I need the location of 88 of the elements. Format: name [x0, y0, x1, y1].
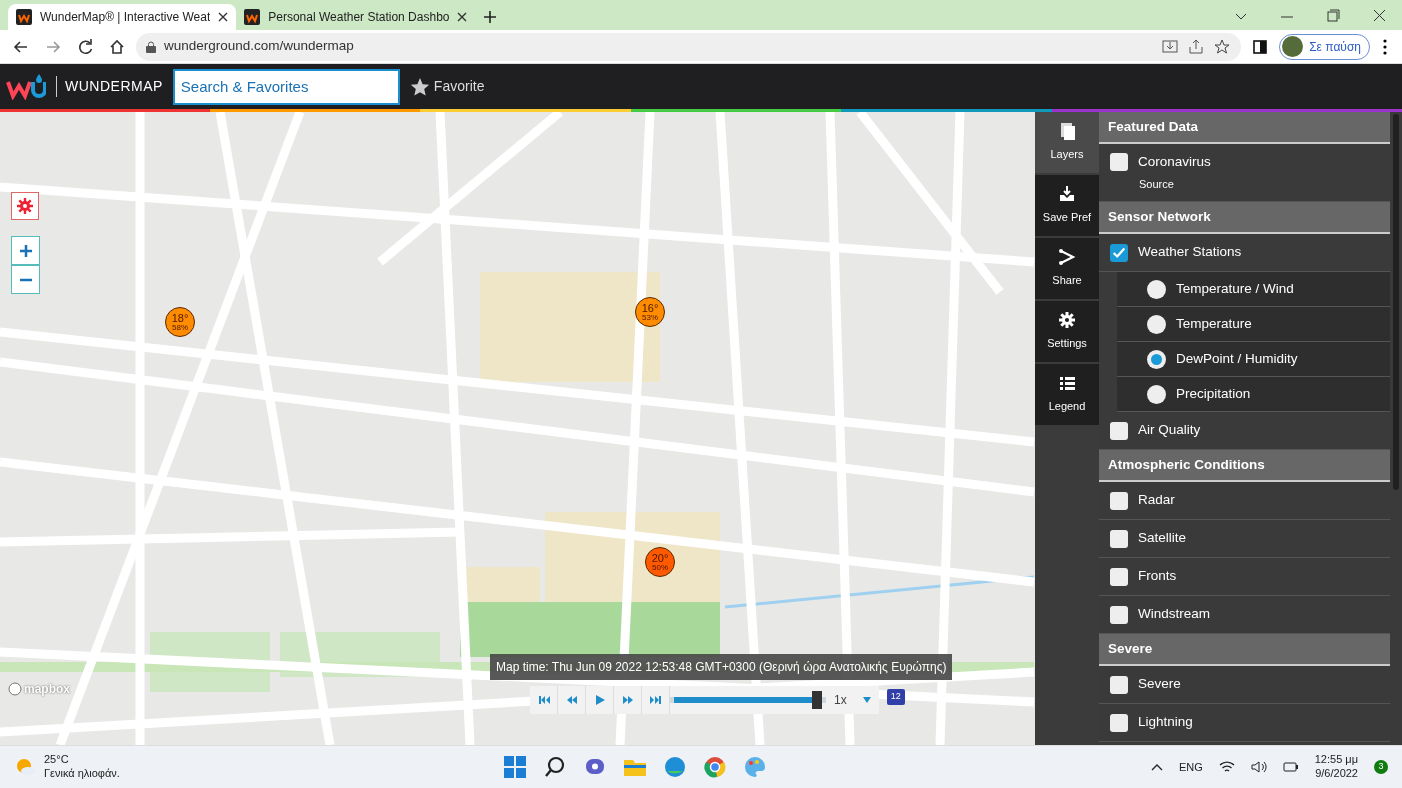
install-icon[interactable]: [1161, 37, 1180, 56]
layer-label: Fronts: [1138, 567, 1177, 586]
timeline-handle[interactable]: [812, 691, 822, 709]
wifi-icon[interactable]: [1218, 760, 1235, 774]
share-icon[interactable]: [1187, 37, 1206, 56]
map-time-label: Map time: Thu Jun 09 2022 12:53:48 GMT+0300 (Θερινή ώρα Ανατολικής Ευρώπης): [490, 654, 953, 680]
checkbox[interactable]: [1110, 605, 1128, 624]
layers-icon: [1058, 122, 1076, 141]
lock-icon: [146, 40, 156, 53]
skip-last-button[interactable]: [642, 686, 670, 714]
avatar-circle: [1282, 36, 1304, 57]
checkbox[interactable]: [1110, 243, 1128, 262]
source-link[interactable]: Source: [1110, 176, 1390, 193]
notification-count[interactable]: 3: [1374, 760, 1388, 774]
clock-date[interactable]: 9/6/2022: [1314, 767, 1358, 781]
fast-forward-icon: [620, 693, 635, 707]
skip-first-icon: [536, 693, 551, 707]
speaker-icon[interactable]: [1250, 760, 1267, 774]
radio-button[interactable]: [1147, 349, 1166, 369]
layer-label: Severe: [1138, 675, 1181, 694]
tool-tab[interactable]: Legend: [1035, 364, 1099, 427]
tool-tab[interactable]: Save Pref: [1035, 175, 1099, 238]
section-header: Atmospheric Conditions: [1099, 450, 1390, 482]
caret-icon: [862, 697, 871, 703]
share-icon: [1058, 248, 1076, 267]
star-icon[interactable]: [1213, 37, 1232, 56]
radio-button[interactable]: [1147, 279, 1166, 299]
layer-label: Radar: [1138, 491, 1175, 510]
section-header: Severe: [1099, 634, 1390, 666]
start-icon[interactable]: [502, 754, 529, 780]
plus-icon: [18, 243, 33, 258]
checkbox[interactable]: [1110, 153, 1128, 172]
site-icon: [16, 9, 32, 25]
option-label: Temperature / Wind: [1176, 279, 1294, 298]
option-label: Temperature: [1176, 314, 1252, 333]
close-icon[interactable]: [218, 12, 229, 22]
layer-label: Air Quality: [1138, 421, 1201, 440]
skip-first-button[interactable]: [530, 686, 558, 714]
close-icon[interactable]: [457, 12, 468, 22]
rewind-button[interactable]: [558, 686, 586, 714]
logo-icon[interactable]: [6, 73, 46, 100]
checkbox[interactable]: [1110, 491, 1128, 510]
radio-button[interactable]: [1147, 384, 1166, 404]
mapbox-logo-icon: [8, 682, 22, 696]
checkbox[interactable]: [1110, 713, 1128, 732]
settings-icon: [16, 197, 34, 215]
chevron-up-icon[interactable]: [1150, 763, 1163, 771]
checkbox[interactable]: [1110, 421, 1128, 440]
section-header: Featured Data: [1099, 112, 1390, 144]
tool-tab[interactable]: Settings: [1035, 301, 1099, 364]
search-field[interactable]: Search & Favorites: [172, 68, 400, 105]
logo-text: WUNDERMAP: [56, 76, 163, 97]
radio-button[interactable]: [1147, 314, 1166, 334]
checkbox[interactable]: [1110, 529, 1128, 548]
skip-last-icon: [648, 693, 663, 707]
weather-temperature[interactable]: 25°C: [44, 753, 120, 767]
zoom-out-button[interactable]: [11, 265, 40, 294]
profile-label: Σε παύση: [1309, 38, 1361, 56]
star-icon: [409, 76, 430, 97]
option-label: Precipitation: [1176, 384, 1251, 403]
weather-description[interactable]: Γενικά ηλιοφάν.: [44, 767, 120, 781]
fast-forward-button[interactable]: [614, 686, 642, 714]
download-icon: [1058, 185, 1076, 204]
clock-time[interactable]: 12:55 μμ: [1314, 753, 1358, 767]
tool-tab[interactable]: Layers: [1035, 112, 1099, 175]
browser-tab[interactable]: Personal Weather Station Dashbo: [268, 8, 450, 26]
layer-label: Satellite: [1138, 529, 1187, 548]
option-label: DewPoint / Humidity: [1176, 349, 1298, 368]
checkbox[interactable]: [1110, 675, 1128, 694]
layer-label: Weather Stations: [1138, 243, 1242, 262]
language-indicator[interactable]: ENG: [1178, 758, 1203, 776]
speed-dropdown[interactable]: 1x: [826, 686, 879, 714]
layer-label: Coronavirus: [1138, 153, 1211, 172]
checkbox[interactable]: [1110, 567, 1128, 586]
list-icon: [1058, 374, 1076, 393]
battery-icon[interactable]: [1282, 760, 1299, 774]
settings-icon: [1058, 311, 1076, 330]
layer-label: Windstream: [1138, 605, 1210, 624]
layer-label: Lightning: [1138, 713, 1193, 732]
settings-button[interactable]: [11, 192, 39, 220]
zoom-in-button[interactable]: [11, 236, 40, 265]
attribution-text[interactable]: mapbox: [24, 680, 70, 698]
favorite-button[interactable]: Favorite: [409, 76, 485, 97]
play-button[interactable]: [586, 686, 614, 714]
section-header: Sensor Network: [1099, 202, 1390, 234]
tool-tab[interactable]: Share: [1035, 238, 1099, 301]
site-icon: [244, 9, 261, 25]
scrollbar-thumb[interactable]: [1393, 114, 1399, 490]
